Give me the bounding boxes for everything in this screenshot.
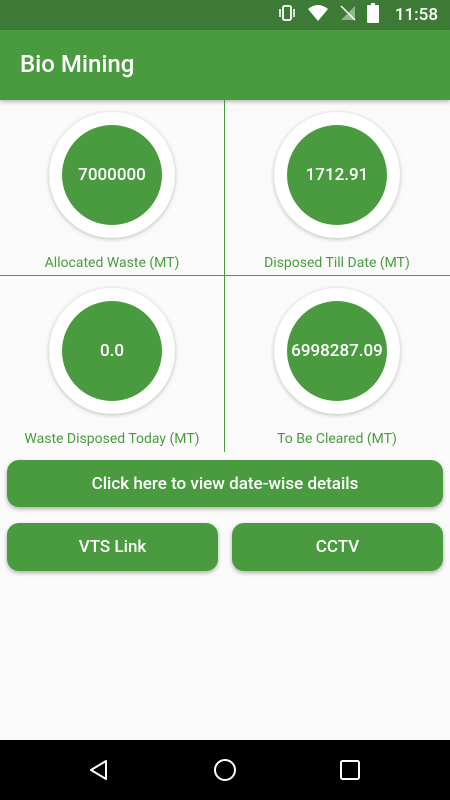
stat-label: Allocated Waste (MT) <box>44 255 180 271</box>
back-icon[interactable] <box>83 754 115 786</box>
stat-value: 6998287.09 <box>287 301 387 401</box>
date-wise-details-button[interactable]: Click here to view date-wise details <box>7 460 443 507</box>
stat-value: 1712.91 <box>287 125 387 225</box>
no-signal-icon <box>339 4 357 26</box>
stat-disposed-till-date: 1712.91 Disposed Till Date (MT) <box>225 100 449 276</box>
stats-grid: 7000000 Allocated Waste (MT) 1712.91 Dis… <box>0 100 450 452</box>
status-bar: 11:58 <box>0 0 450 30</box>
vibrate-icon <box>277 3 297 27</box>
battery-icon <box>366 3 379 27</box>
stat-label: Waste Disposed Today (MT) <box>24 431 200 447</box>
stat-label: Disposed Till Date (MT) <box>264 255 410 271</box>
stat-ring: 0.0 <box>49 288 175 414</box>
cctv-button[interactable]: CCTV <box>232 523 443 571</box>
wifi-icon <box>307 4 329 26</box>
status-time: 11:58 <box>394 5 438 25</box>
stat-value: 0.0 <box>62 301 162 401</box>
stat-label: To Be Cleared (MT) <box>277 431 397 447</box>
stat-value: 7000000 <box>62 125 162 225</box>
recents-icon[interactable] <box>334 754 366 786</box>
stat-waste-disposed-today: 0.0 Waste Disposed Today (MT) <box>0 276 224 452</box>
stat-allocated-waste: 7000000 Allocated Waste (MT) <box>0 100 224 276</box>
app-bar: Bio Mining <box>0 30 450 100</box>
stat-to-be-cleared: 6998287.09 To Be Cleared (MT) <box>225 276 449 452</box>
vts-link-button[interactable]: VTS Link <box>7 523 218 571</box>
app-title: Bio Mining <box>20 50 135 78</box>
stat-ring: 7000000 <box>49 112 175 238</box>
stat-ring: 1712.91 <box>274 112 400 238</box>
stat-ring: 6998287.09 <box>274 288 400 414</box>
home-icon[interactable] <box>209 754 241 786</box>
navigation-bar <box>0 740 450 800</box>
